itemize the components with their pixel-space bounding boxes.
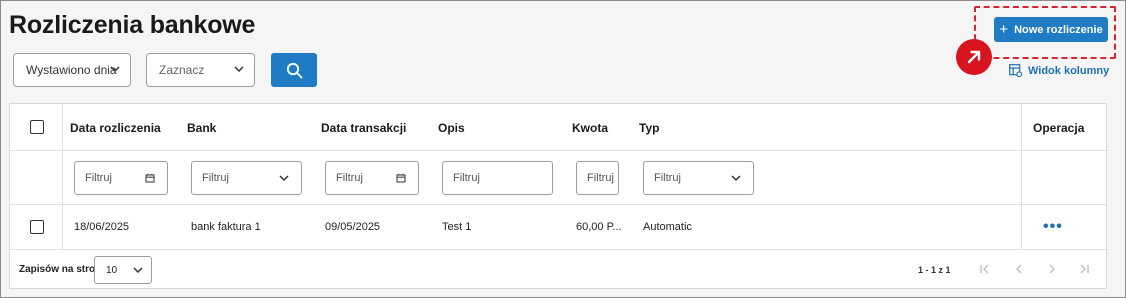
cell-amount: 60,00 P... [576, 221, 622, 233]
cell-description: Test 1 [442, 221, 472, 233]
filter-placeholder: Filtruj [85, 172, 112, 184]
filter-placeholder: Filtruj [587, 172, 614, 184]
filter-placeholder: Filtruj [654, 172, 681, 184]
filter-transaction-date[interactable]: Filtruj [325, 161, 419, 195]
date-type-select[interactable]: Wystawiono dnia [13, 53, 131, 87]
header-description[interactable]: Opis [438, 121, 465, 135]
column-settings-icon [1009, 64, 1022, 77]
chevron-down-icon [133, 267, 143, 274]
mark-select-placeholder: Zaznacz [159, 63, 205, 77]
header-settlement-date[interactable]: Data rozliczenia [70, 121, 161, 135]
filter-amount[interactable]: Filtruj [576, 161, 619, 195]
header-type[interactable]: Typ [639, 121, 659, 135]
pointer-arrow-icon [956, 39, 992, 75]
select-all-checkbox[interactable] [30, 120, 44, 134]
last-page-icon[interactable] [1077, 262, 1091, 279]
header-bank[interactable]: Bank [187, 121, 216, 135]
chevron-down-icon [279, 175, 289, 182]
new-settlement-label: Nowe rozliczenie [1014, 23, 1103, 36]
column-view-label: Widok kolumny [1028, 64, 1110, 77]
column-view-link[interactable]: Widok kolumny [1009, 64, 1109, 77]
page-title: Rozliczenia bankowe [9, 11, 256, 39]
filter-bank[interactable]: Filtruj [191, 161, 302, 195]
pagination-range: 1 - 1 z 1 [918, 265, 951, 275]
filter-type[interactable]: Filtruj [643, 161, 754, 195]
next-page-icon[interactable] [1045, 262, 1059, 279]
chevron-down-icon [234, 66, 244, 73]
plus-icon: + [999, 21, 1009, 38]
new-settlement-button[interactable]: + Nowe rozliczenie [994, 17, 1108, 42]
per-page-select[interactable]: 10 [94, 256, 152, 284]
app-frame: Rozliczenia bankowe Wystawiono dnia Zazn… [0, 0, 1126, 298]
header-transaction-date[interactable]: Data transakcji [321, 121, 406, 135]
calendar-icon [145, 173, 155, 183]
search-icon [286, 62, 302, 78]
first-page-icon[interactable] [978, 262, 992, 279]
filter-placeholder: Filtruj [453, 172, 480, 184]
row-actions-icon[interactable]: ••• [1043, 218, 1063, 236]
cell-transaction-date: 09/05/2025 [325, 221, 381, 233]
mark-select[interactable]: Zaznacz [146, 53, 255, 87]
settlements-table: Data rozliczenia Bank Data transakcji Op… [9, 103, 1107, 289]
filter-settlement-date[interactable]: Filtruj [74, 161, 168, 195]
header-operation: Operacja [1033, 121, 1085, 135]
per-page-value: 10 [106, 264, 118, 276]
search-button[interactable] [271, 53, 317, 87]
filter-description[interactable]: Filtruj [442, 161, 553, 195]
date-type-select-value: Wystawiono dnia [26, 63, 117, 77]
header-amount[interactable]: Kwota [572, 121, 608, 135]
cell-bank: bank faktura 1 [191, 221, 261, 233]
filter-placeholder: Filtruj [336, 172, 363, 184]
cell-type: Automatic [643, 221, 692, 233]
chevron-down-icon [110, 66, 120, 73]
prev-page-icon[interactable] [1012, 262, 1026, 279]
cell-settlement-date: 18/06/2025 [74, 221, 130, 233]
chevron-down-icon [731, 175, 741, 182]
row-checkbox[interactable] [30, 220, 44, 234]
filter-placeholder: Filtruj [202, 172, 229, 184]
calendar-icon [396, 173, 406, 183]
